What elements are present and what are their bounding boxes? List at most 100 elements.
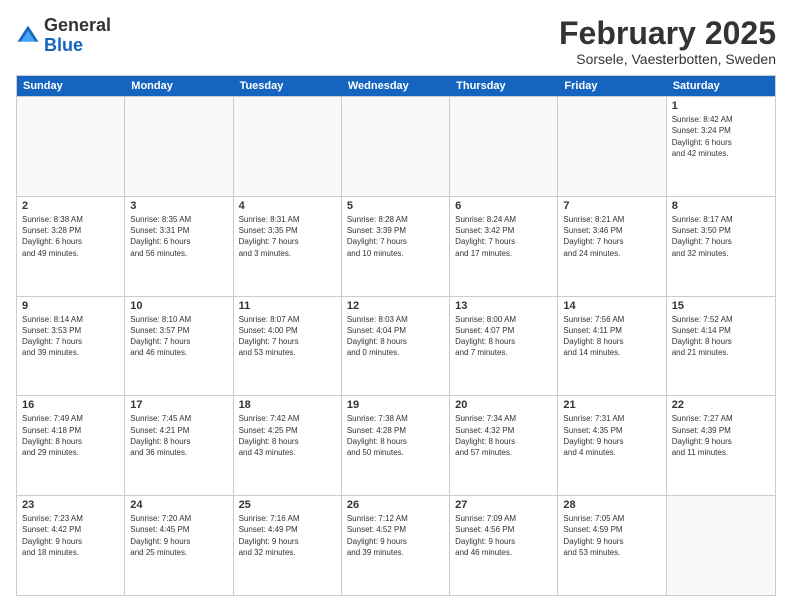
calendar: SundayMondayTuesdayWednesdayThursdayFrid… [16, 75, 776, 596]
day-info: Sunrise: 8:14 AM Sunset: 3:53 PM Dayligh… [22, 314, 119, 359]
title-block: February 2025 Sorsele, Vaesterbotten, Sw… [559, 16, 776, 67]
calendar-body: 1Sunrise: 8:42 AM Sunset: 3:24 PM Daylig… [17, 96, 775, 595]
calendar-cell: 10 Sunrise: 8:10 AM Sunset: 3:57 PM Dayli… [125, 297, 233, 396]
page: General Blue February 2025 Sorsele, Vaes… [0, 0, 792, 612]
calendar-cell: 4 Sunrise: 8:31 AM Sunset: 3:35 PM Daylig… [234, 197, 342, 296]
day-info: Sunrise: 7:05 AM Sunset: 4:59 PM Dayligh… [563, 513, 660, 558]
calendar-cell: 9Sunrise: 8:14 AM Sunset: 3:53 PM Daylig… [17, 297, 125, 396]
location: Sorsele, Vaesterbotten, Sweden [559, 51, 776, 67]
calendar-cell: 25Sunrise: 7:16 AM Sunset: 4:49 PM Dayli… [234, 496, 342, 595]
calendar-cell: 14 Sunrise: 7:56 AM Sunset: 4:11 PM Dayli… [558, 297, 666, 396]
day-info: Sunrise: 8:31 AM Sunset: 3:35 PM Dayligh… [239, 214, 336, 259]
day-info: Sunrise: 7:52 AM Sunset: 4:14 PM Dayligh… [672, 314, 770, 359]
calendar-cell [234, 97, 342, 196]
day-number: 13 [455, 300, 552, 312]
calendar-cell: 6 Sunrise: 8:24 AM Sunset: 3:42 PM Daylig… [450, 197, 558, 296]
day-number: 16 [22, 399, 119, 411]
day-number: 28 [563, 499, 660, 511]
day-number: 25 [239, 499, 336, 511]
calendar-row: 23 Sunrise: 7:23 AM Sunset: 4:42 PM Dayli… [17, 495, 775, 595]
weekday-header: Sunday [17, 76, 125, 96]
calendar-row: 1Sunrise: 8:42 AM Sunset: 3:24 PM Daylig… [17, 96, 775, 196]
day-number: 19 [347, 399, 444, 411]
calendar-cell: 19 Sunrise: 7:38 AM Sunset: 4:28 PM Dayli… [342, 396, 450, 495]
day-info: Sunrise: 7:12 AM Sunset: 4:52 PM Dayligh… [347, 513, 444, 558]
weekday-header: Monday [125, 76, 233, 96]
day-number: 23 [22, 499, 119, 511]
day-number: 26 [347, 499, 444, 511]
calendar-cell: 18 Sunrise: 7:42 AM Sunset: 4:25 PM Dayli… [234, 396, 342, 495]
day-number: 24 [130, 499, 227, 511]
day-info: Sunrise: 7:31 AM Sunset: 4:35 PM Dayligh… [563, 413, 660, 458]
day-number: 11 [239, 300, 336, 312]
day-info: Sunrise: 7:20 AM Sunset: 4:45 PM Dayligh… [130, 513, 227, 558]
day-number: 5 [347, 200, 444, 212]
calendar-cell: 28 Sunrise: 7:05 AM Sunset: 4:59 PM Dayli… [558, 496, 666, 595]
day-info: Sunrise: 7:42 AM Sunset: 4:25 PM Dayligh… [239, 413, 336, 458]
day-info: Sunrise: 8:24 AM Sunset: 3:42 PM Dayligh… [455, 214, 552, 259]
day-number: 18 [239, 399, 336, 411]
calendar-cell [667, 496, 775, 595]
logo-icon [16, 24, 40, 48]
day-number: 22 [672, 399, 770, 411]
calendar-cell: 2Sunrise: 8:38 AM Sunset: 3:28 PM Daylig… [17, 197, 125, 296]
day-number: 10 [130, 300, 227, 312]
day-number: 7 [563, 200, 660, 212]
calendar-cell: 27Sunrise: 7:09 AM Sunset: 4:56 PM Dayli… [450, 496, 558, 595]
day-number: 4 [239, 200, 336, 212]
day-info: Sunrise: 7:49 AM Sunset: 4:18 PM Dayligh… [22, 413, 119, 458]
weekday-header: Saturday [667, 76, 775, 96]
calendar-cell: 13 Sunrise: 8:00 AM Sunset: 4:07 PM Dayli… [450, 297, 558, 396]
header: General Blue February 2025 Sorsele, Vaes… [16, 16, 776, 67]
calendar-cell: 24 Sunrise: 7:20 AM Sunset: 4:45 PM Dayli… [125, 496, 233, 595]
logo-blue: Blue [44, 35, 83, 55]
day-info: Sunrise: 8:07 AM Sunset: 4:00 PM Dayligh… [239, 314, 336, 359]
day-info: Sunrise: 7:27 AM Sunset: 4:39 PM Dayligh… [672, 413, 770, 458]
day-info: Sunrise: 8:35 AM Sunset: 3:31 PM Dayligh… [130, 214, 227, 259]
calendar-cell: 11 Sunrise: 8:07 AM Sunset: 4:00 PM Dayli… [234, 297, 342, 396]
weekday-header: Thursday [450, 76, 558, 96]
weekday-header: Friday [558, 76, 666, 96]
calendar-cell: 26 Sunrise: 7:12 AM Sunset: 4:52 PM Dayli… [342, 496, 450, 595]
day-info: Sunrise: 7:23 AM Sunset: 4:42 PM Dayligh… [22, 513, 119, 558]
logo: General Blue [16, 16, 111, 56]
day-info: Sunrise: 8:17 AM Sunset: 3:50 PM Dayligh… [672, 214, 770, 259]
calendar-header: SundayMondayTuesdayWednesdayThursdayFrid… [17, 76, 775, 96]
day-number: 3 [130, 200, 227, 212]
calendar-cell: 1Sunrise: 8:42 AM Sunset: 3:24 PM Daylig… [667, 97, 775, 196]
calendar-cell: 23 Sunrise: 7:23 AM Sunset: 4:42 PM Dayli… [17, 496, 125, 595]
day-number: 20 [455, 399, 552, 411]
day-info: Sunrise: 7:09 AM Sunset: 4:56 PM Dayligh… [455, 513, 552, 558]
day-info: Sunrise: 8:10 AM Sunset: 3:57 PM Dayligh… [130, 314, 227, 359]
calendar-cell: 12Sunrise: 8:03 AM Sunset: 4:04 PM Dayli… [342, 297, 450, 396]
day-number: 21 [563, 399, 660, 411]
day-info: Sunrise: 7:45 AM Sunset: 4:21 PM Dayligh… [130, 413, 227, 458]
day-info: Sunrise: 7:56 AM Sunset: 4:11 PM Dayligh… [563, 314, 660, 359]
day-number: 17 [130, 399, 227, 411]
calendar-cell: 20 Sunrise: 7:34 AM Sunset: 4:32 PM Dayli… [450, 396, 558, 495]
calendar-cell: 5 Sunrise: 8:28 AM Sunset: 3:39 PM Daylig… [342, 197, 450, 296]
day-info: Sunrise: 8:21 AM Sunset: 3:46 PM Dayligh… [563, 214, 660, 259]
day-number: 14 [563, 300, 660, 312]
logo-text: General Blue [44, 16, 111, 56]
day-number: 6 [455, 200, 552, 212]
calendar-cell: 22 Sunrise: 7:27 AM Sunset: 4:39 PM Dayli… [667, 396, 775, 495]
day-info: Sunrise: 7:38 AM Sunset: 4:28 PM Dayligh… [347, 413, 444, 458]
calendar-cell: 3 Sunrise: 8:35 AM Sunset: 3:31 PM Daylig… [125, 197, 233, 296]
calendar-cell: 8 Sunrise: 8:17 AM Sunset: 3:50 PM Daylig… [667, 197, 775, 296]
day-number: 15 [672, 300, 770, 312]
month-title: February 2025 [559, 16, 776, 51]
day-info: Sunrise: 7:34 AM Sunset: 4:32 PM Dayligh… [455, 413, 552, 458]
day-number: 2 [22, 200, 119, 212]
day-info: Sunrise: 8:00 AM Sunset: 4:07 PM Dayligh… [455, 314, 552, 359]
weekday-header: Wednesday [342, 76, 450, 96]
day-number: 8 [672, 200, 770, 212]
logo-general: General [44, 15, 111, 35]
day-info: Sunrise: 8:03 AM Sunset: 4:04 PM Dayligh… [347, 314, 444, 359]
calendar-cell: 21 Sunrise: 7:31 AM Sunset: 4:35 PM Dayli… [558, 396, 666, 495]
day-info: Sunrise: 8:28 AM Sunset: 3:39 PM Dayligh… [347, 214, 444, 259]
calendar-cell [450, 97, 558, 196]
calendar-cell: 16 Sunrise: 7:49 AM Sunset: 4:18 PM Dayli… [17, 396, 125, 495]
calendar-row: 9Sunrise: 8:14 AM Sunset: 3:53 PM Daylig… [17, 296, 775, 396]
calendar-cell [558, 97, 666, 196]
